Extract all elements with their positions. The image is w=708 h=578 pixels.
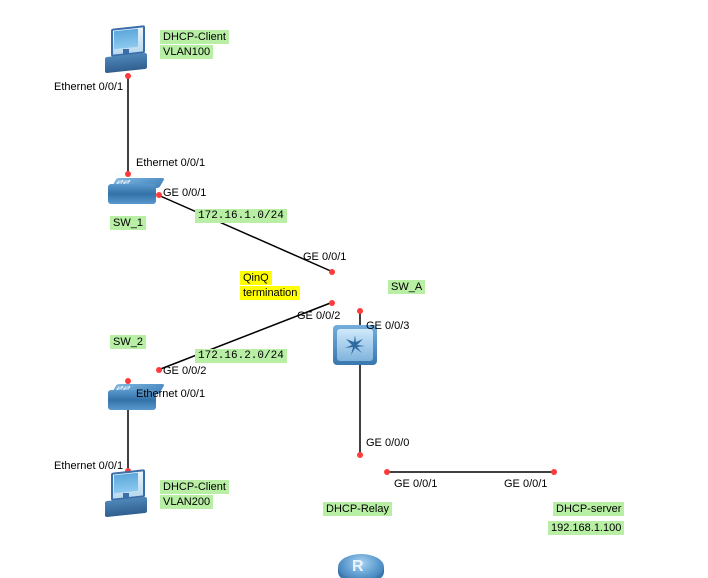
port-dot (329, 269, 335, 275)
switch-swa (333, 325, 377, 365)
switch-sw2: ⇄⇄ (108, 384, 156, 414)
switch-sw1: ⇄⇄ (108, 178, 156, 208)
port-dot (357, 308, 363, 314)
port-dot (551, 469, 557, 475)
port-dot (357, 452, 363, 458)
host-dhcp-client-vlan100 (105, 27, 155, 77)
port-dot (329, 300, 335, 306)
router-dhcp-relay: R (338, 554, 384, 578)
port-dot (156, 192, 162, 198)
port-dot (125, 171, 131, 177)
port-dot (384, 469, 390, 475)
port-dot (156, 367, 162, 373)
host-dhcp-client-vlan200 (105, 471, 155, 521)
